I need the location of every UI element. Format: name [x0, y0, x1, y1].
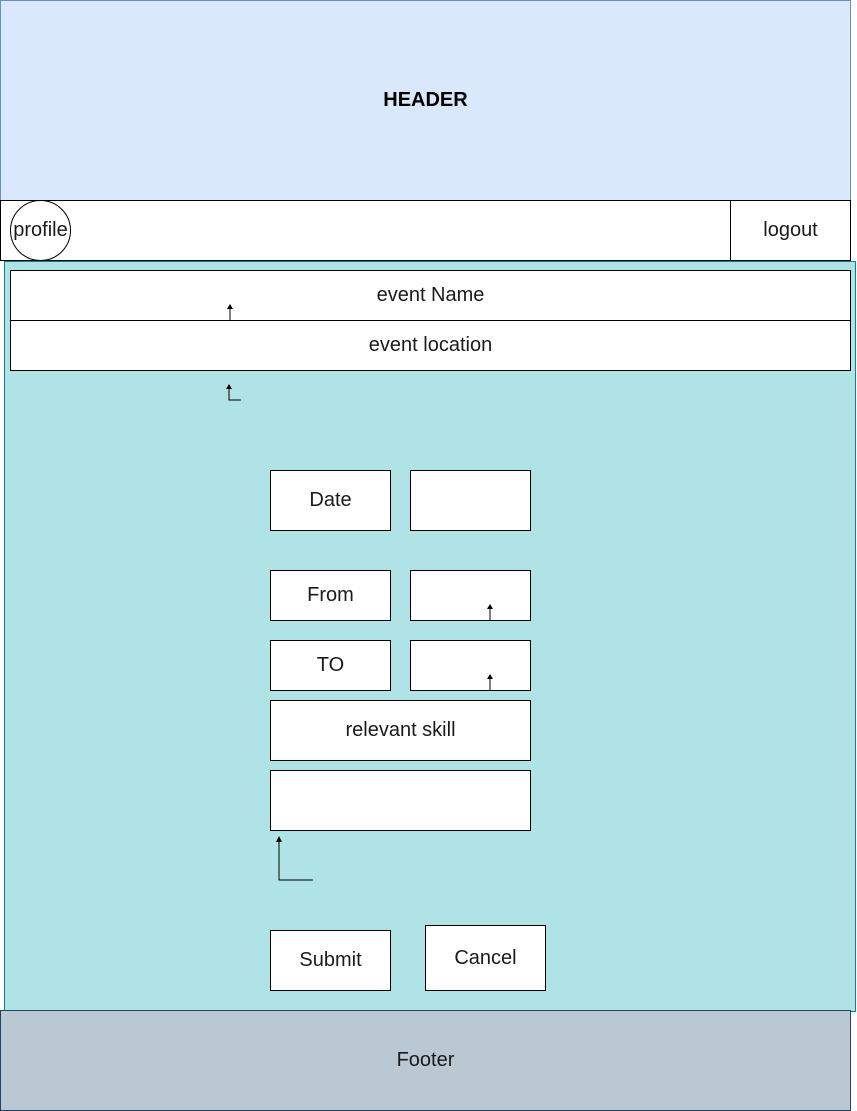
arrow-up-icon	[226, 384, 241, 401]
date-input[interactable]	[410, 470, 531, 531]
header-title: HEADER	[383, 89, 468, 111]
header: HEADER	[0, 0, 851, 201]
relevant-skill-label: relevant skill	[270, 700, 531, 761]
arrow-up-icon	[487, 604, 493, 621]
logout-button[interactable]: logout	[730, 200, 851, 261]
date-label-text: Date	[309, 489, 352, 511]
from-time-input[interactable]	[410, 570, 531, 621]
event-name-field[interactable]: event Name	[10, 270, 851, 321]
arrow-up-icon	[276, 836, 313, 881]
to-label: TO	[270, 640, 391, 691]
event-location-field[interactable]: event location	[10, 320, 851, 371]
relevant-skill-input[interactable]	[270, 770, 531, 831]
footer: Footer	[0, 1010, 851, 1111]
footer-label: Footer	[396, 1049, 455, 1071]
from-label: From	[270, 570, 391, 621]
logout-label: logout	[763, 219, 818, 241]
cancel-label: Cancel	[454, 946, 517, 969]
date-label: Date	[270, 470, 391, 531]
event-name-label: event Name	[376, 284, 485, 306]
arrow-up-icon	[487, 674, 493, 691]
arrow-up-icon	[227, 304, 233, 320]
event-location-label: event location	[368, 334, 493, 356]
from-label-text: From	[307, 584, 354, 606]
profile-bar	[0, 200, 851, 261]
submit-button[interactable]: Submit	[270, 930, 391, 991]
submit-label: Submit	[299, 949, 362, 971]
profile-avatar[interactable]: profile	[10, 200, 71, 261]
to-label-text: TO	[316, 654, 345, 676]
to-time-input[interactable]	[410, 640, 531, 691]
cancel-button[interactable]: Cancel	[425, 925, 546, 991]
relevant-skill-label-text: relevant skill	[345, 719, 456, 741]
profile-label: profile	[13, 219, 68, 241]
main-content	[4, 261, 856, 1012]
